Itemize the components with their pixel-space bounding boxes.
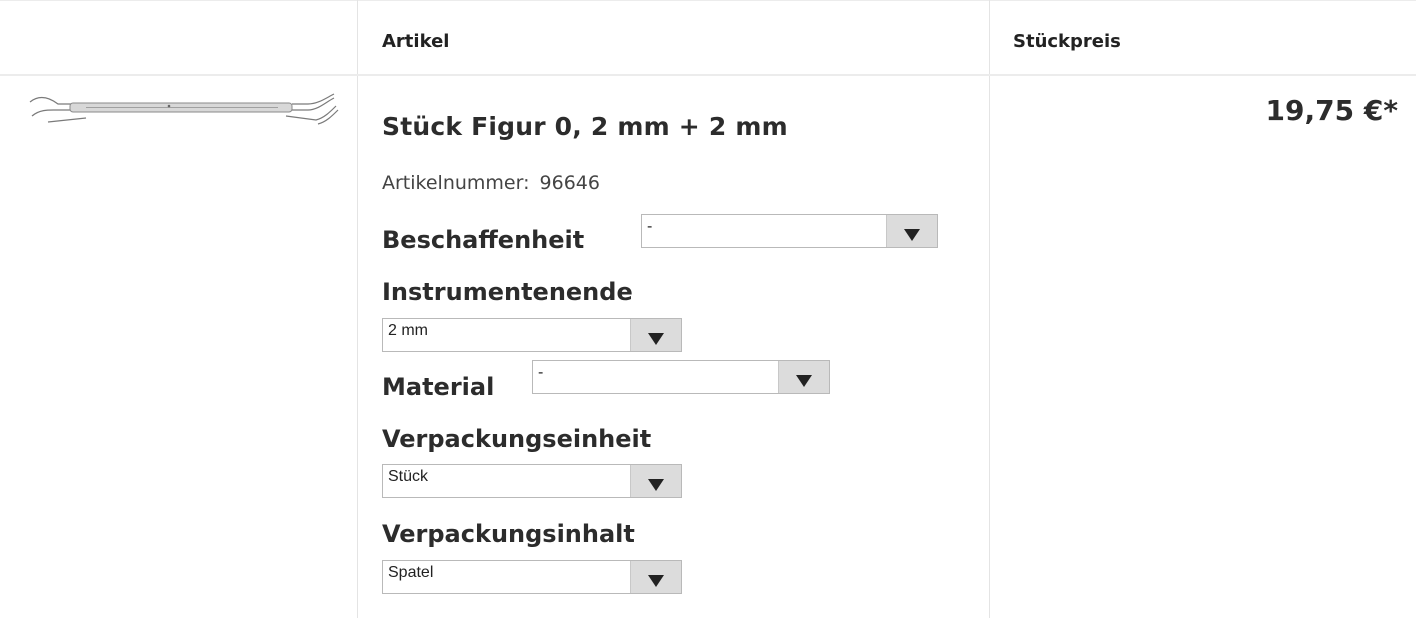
column-divider — [357, 0, 358, 618]
chevron-down-icon[interactable] — [886, 215, 937, 247]
table-top-border — [0, 0, 1416, 1]
instrumentenende-select[interactable]: 2 mm — [382, 318, 682, 352]
unit-price: 19,75 €* — [1265, 94, 1398, 127]
product-title[interactable]: Stück Figur 0, 2 mm + 2 mm — [382, 112, 788, 141]
article-number-label: Artikelnummer: — [382, 172, 530, 194]
chevron-down-icon[interactable] — [630, 319, 681, 351]
chevron-down-icon[interactable] — [630, 465, 681, 497]
verpackungseinheit-value: Stück — [388, 468, 429, 485]
header-divider — [0, 74, 1416, 76]
column-divider — [989, 0, 990, 618]
header-article: Artikel — [382, 31, 450, 52]
instrument-thumbnail-icon[interactable] — [28, 92, 340, 132]
verpackungsinhalt-select[interactable]: Spatel — [382, 560, 682, 594]
article-number: 96646 — [539, 172, 600, 194]
material-label: Material — [382, 373, 495, 401]
material-value: - — [538, 364, 544, 381]
verpackungsinhalt-value: Spatel — [388, 564, 434, 581]
beschaffenheit-label: Beschaffenheit — [382, 226, 585, 254]
product-table: Artikel Stückpreis Stück Figur 0, 2 mm +… — [0, 0, 1416, 618]
instrumentenende-value: 2 mm — [388, 322, 428, 339]
chevron-down-icon[interactable] — [630, 561, 681, 593]
verpackungseinheit-label: Verpackungseinheit — [382, 425, 652, 453]
beschaffenheit-select[interactable]: - — [641, 214, 938, 248]
header-unit-price: Stückpreis — [1013, 31, 1121, 52]
article-number-row: Artikelnummer: 96646 — [382, 172, 600, 194]
verpackungsinhalt-label: Verpackungsinhalt — [382, 520, 635, 548]
verpackungseinheit-select[interactable]: Stück — [382, 464, 682, 498]
beschaffenheit-value: - — [647, 218, 653, 235]
instrumentenende-label: Instrumentenende — [382, 278, 633, 306]
chevron-down-icon[interactable] — [778, 361, 829, 393]
material-select[interactable]: - — [532, 360, 830, 394]
